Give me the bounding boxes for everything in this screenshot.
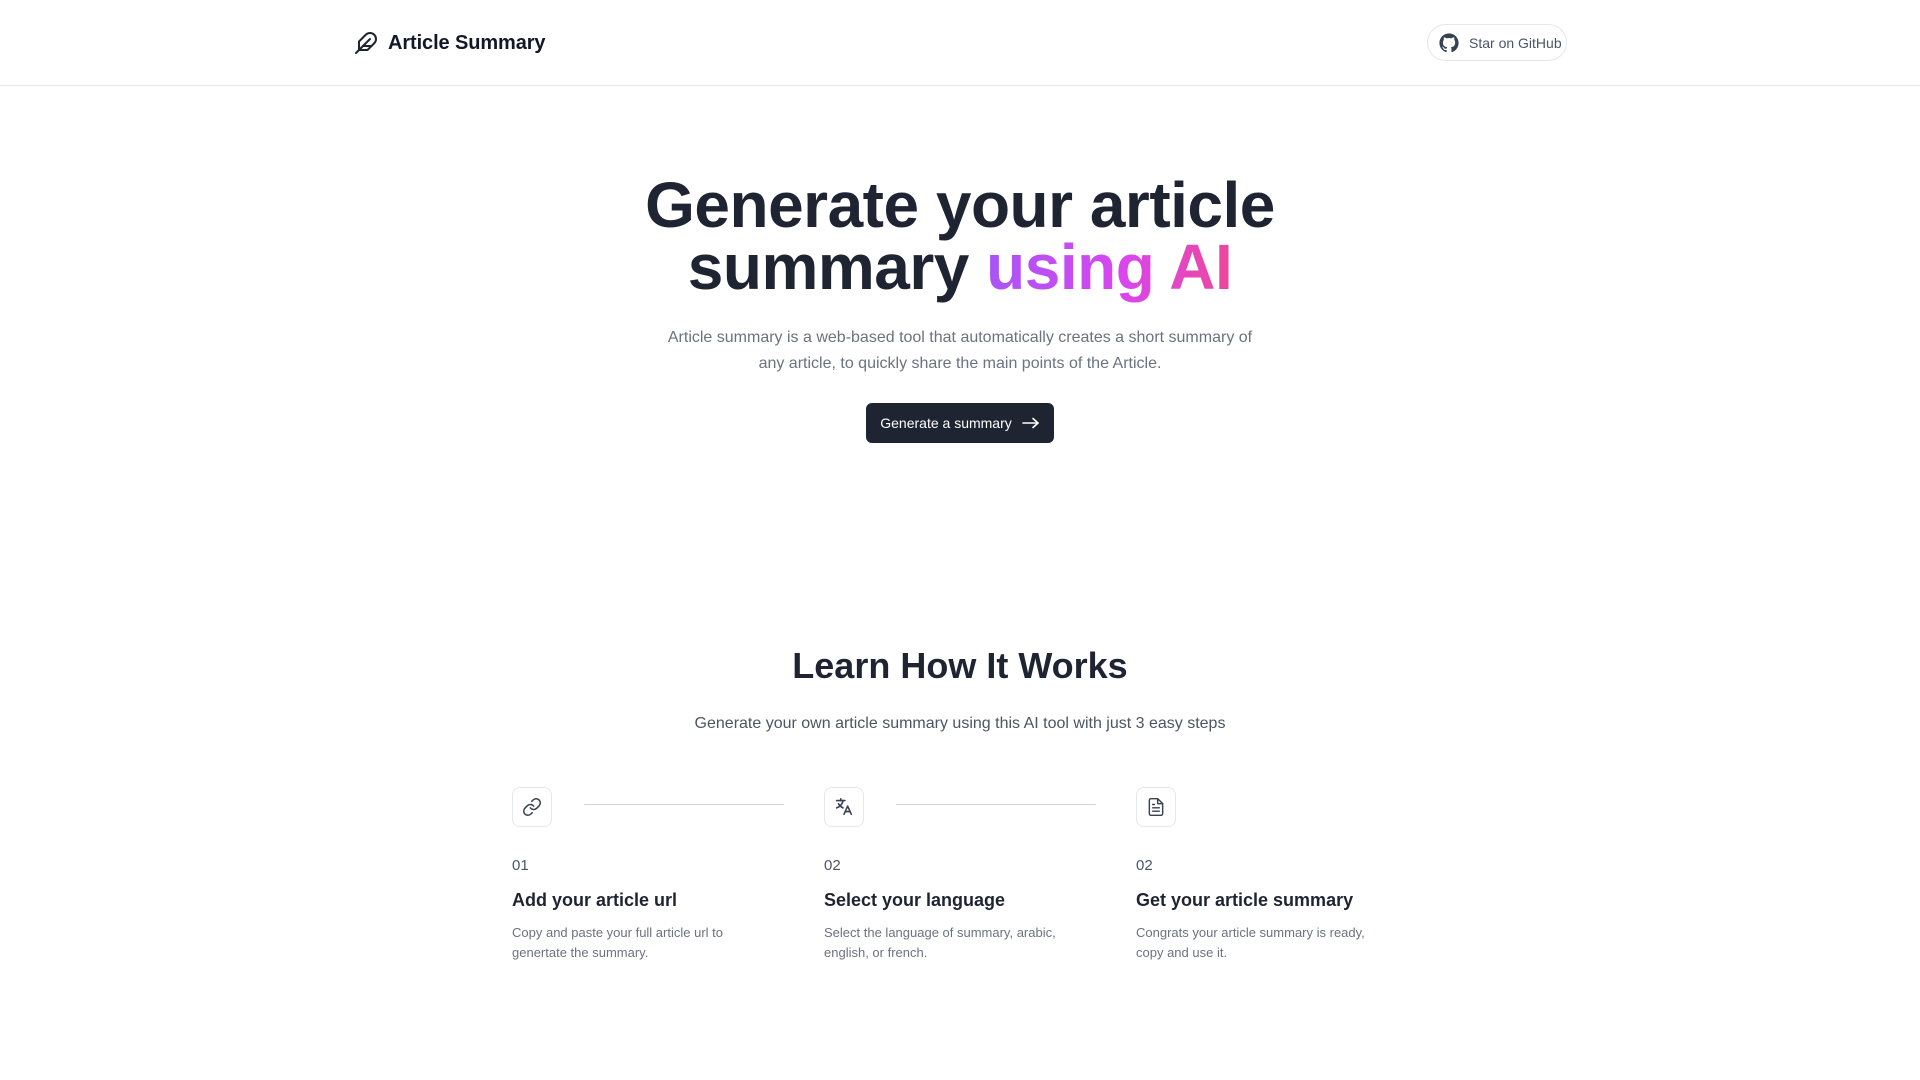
step-title: Select your language xyxy=(824,890,1006,910)
step-description: Copy and paste your full article url to … xyxy=(512,925,723,960)
step-card: 02 Select your language Select the langu… xyxy=(824,787,1104,963)
site-header: Article Summary Star on GitHub xyxy=(0,0,1920,86)
step-title: Add your article url xyxy=(512,890,678,910)
step-card: 01 Add your article url Copy and paste y… xyxy=(512,787,792,963)
arrow-right-icon xyxy=(1021,417,1040,429)
hero-title: Generate your article summary using AI xyxy=(560,173,1360,299)
generate-summary-label: Generate a summary xyxy=(880,415,1012,431)
step-number: 02 xyxy=(824,857,841,874)
brand-logo-link[interactable]: Article Summary xyxy=(353,28,546,58)
github-icon xyxy=(1438,32,1460,54)
step-title: Get your article summary xyxy=(1136,890,1354,910)
step-number: 02 xyxy=(1136,857,1153,874)
github-button-label: Star on GitHub xyxy=(1469,34,1562,51)
hero-subtitle: Article summary is a web-based tool that… xyxy=(667,329,1253,372)
translate-icon xyxy=(824,787,864,827)
generate-summary-button[interactable]: Generate a summary xyxy=(866,403,1054,443)
link-icon xyxy=(512,787,552,827)
step-description: Select the language of summary, arabic, … xyxy=(824,925,1056,960)
hero-title-plain: summary xyxy=(687,231,970,303)
step-description: Congrats your article summary is ready, … xyxy=(1136,925,1365,960)
star-on-github-button[interactable]: Star on GitHub xyxy=(1427,24,1567,61)
how-it-works-subtitle: Generate your own article summary using … xyxy=(694,715,1226,732)
step-card: 02 Get your article summary Congrats you… xyxy=(1136,787,1416,963)
document-icon xyxy=(1136,787,1176,827)
how-it-works-title: Learn How It Works xyxy=(792,645,1128,686)
brand-name: Article Summary xyxy=(388,31,546,54)
step-number: 01 xyxy=(512,857,529,874)
feather-icon xyxy=(353,30,379,56)
hero-title-highlight: using AI xyxy=(986,231,1233,303)
